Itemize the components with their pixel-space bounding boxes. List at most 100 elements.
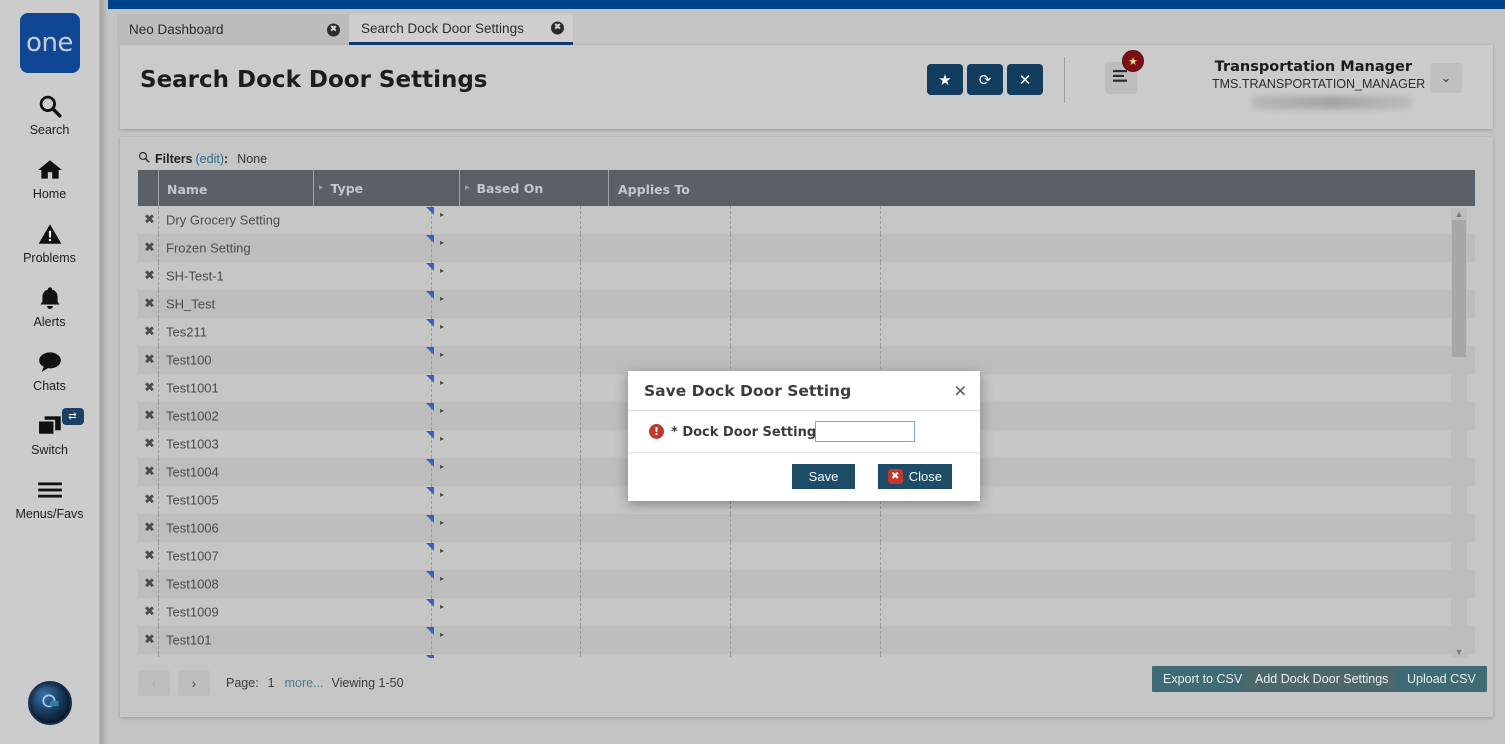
table-row[interactable]: ✖ SH-Test-1 ▸ [138, 262, 1475, 290]
table-row[interactable]: ✖ Test101 ▸ [138, 626, 1475, 654]
delete-row-icon[interactable]: ✖ [144, 493, 155, 508]
table-row[interactable]: ✖ Frozen Setting ▸ [138, 234, 1475, 262]
cell-expand-arrow-icon[interactable]: ▸ [440, 490, 444, 499]
tab-close-icon[interactable]: ✖ [551, 21, 564, 35]
close-page-button[interactable]: ✕ [1007, 64, 1043, 95]
scroll-up-icon[interactable]: ▲ [1451, 208, 1467, 220]
sidebar-item-home[interactable]: Home [0, 155, 100, 201]
sidebar-item-menus-favs[interactable]: Menus/Favs [0, 475, 100, 521]
cell-expand-arrow-icon[interactable]: ▸ [440, 238, 444, 247]
column-header-applies-to[interactable]: Applies To [608, 170, 758, 206]
sort-arrow-icon: ▸ [319, 183, 324, 193]
cell-name[interactable]: SH-Test-1 [166, 269, 224, 284]
table-row[interactable]: ✖ Test1007 ▸ [138, 542, 1475, 570]
cell-name[interactable]: Tes211 [166, 325, 207, 340]
cell-name[interactable]: Frozen Setting [166, 241, 251, 256]
delete-row-icon[interactable]: ✖ [144, 297, 155, 312]
cell-expand-arrow-icon[interactable]: ▸ [440, 294, 444, 303]
user-menu-chevron-down-icon[interactable]: ⌄ [1430, 63, 1462, 93]
delete-row-icon[interactable]: ✖ [144, 633, 155, 648]
cell-name[interactable]: SH_Test [166, 297, 215, 312]
cell-name[interactable]: Dry Grocery Setting [166, 213, 280, 228]
delete-row-icon[interactable]: ✖ [144, 465, 155, 480]
sidebar-item-switch[interactable]: ⇄ Switch [0, 408, 100, 457]
dialog-close-icon[interactable]: ✕ [954, 381, 967, 400]
column-header-based-on[interactable]: ▸ Based On [459, 170, 608, 206]
favorite-button[interactable]: ★ [927, 64, 963, 95]
table-row[interactable]: ✖ Test1009 ▸ [138, 598, 1475, 626]
more-pages-link[interactable]: more... [285, 676, 324, 690]
cell-name[interactable]: Test1003 [166, 437, 219, 452]
cell-expand-arrow-icon[interactable]: ▸ [440, 518, 444, 527]
previous-page-button[interactable]: ‹ [138, 670, 170, 696]
cell-name[interactable]: Test100 [166, 353, 212, 368]
cell-name[interactable]: Test1006 [166, 521, 219, 536]
user-info[interactable]: Transportation Manager TMS.TRANSPORTATIO… [1212, 59, 1425, 109]
column-header-type[interactable]: ▸ Type [313, 170, 459, 206]
cell-expand-arrow-icon[interactable]: ▸ [440, 210, 444, 219]
column-header-name[interactable]: Name [158, 170, 313, 206]
tab-neo-dashboard[interactable]: Neo Dashboard ✖ [117, 14, 349, 45]
page-number[interactable]: 1 [268, 676, 275, 690]
delete-row-icon[interactable]: ✖ [144, 437, 155, 452]
one-logo[interactable]: one [19, 13, 80, 73]
table-row[interactable]: ✖▸ [138, 654, 1475, 658]
delete-row-icon[interactable]: ✖ [144, 521, 155, 536]
filters-edit-link[interactable]: (edit) [196, 152, 224, 166]
cell-expand-arrow-icon[interactable]: ▸ [440, 546, 444, 555]
cell-name[interactable]: Test1008 [166, 577, 219, 592]
table-row[interactable]: ✖ Dry Grocery Setting ▸ [138, 206, 1475, 234]
delete-row-icon[interactable]: ✖ [144, 213, 155, 228]
next-page-button[interactable]: › [178, 670, 210, 696]
avatar[interactable] [28, 681, 72, 725]
close-dialog-button[interactable]: ✖ Close [877, 464, 952, 489]
cell-name[interactable]: Test1001 [166, 381, 219, 396]
cell-name[interactable]: Test1005 [166, 493, 219, 508]
dock-door-setting-name-input[interactable] [815, 421, 915, 442]
delete-row-icon[interactable]: ✖ [144, 241, 155, 256]
delete-row-icon[interactable]: ✖ [144, 325, 155, 340]
table-row[interactable]: ✖ Test1008 ▸ [138, 570, 1475, 598]
sidebar-item-alerts[interactable]: Alerts [0, 283, 100, 329]
refresh-button[interactable]: ⟳ [967, 64, 1003, 95]
delete-row-icon[interactable]: ✖ [144, 605, 155, 620]
cell-expand-arrow-icon[interactable]: ▸ [440, 378, 444, 387]
add-dock-door-settings-button[interactable]: Add Dock Door Settings [1244, 666, 1400, 692]
cell-name[interactable]: Test1007 [166, 549, 219, 564]
export-to-csv-button[interactable]: Export to CSV [1152, 666, 1254, 692]
delete-row-icon[interactable]: ✖ [144, 409, 155, 424]
scrollbar-thumb[interactable] [1452, 220, 1466, 357]
delete-row-icon[interactable]: ✖ [144, 353, 155, 368]
delete-row-icon[interactable]: ✖ [144, 549, 155, 564]
cell-name[interactable]: Test101 [166, 633, 212, 648]
cell-expand-arrow-icon[interactable]: ▸ [440, 434, 444, 443]
delete-row-icon[interactable]: ✖ [144, 269, 155, 284]
sidebar-item-problems[interactable]: Problems [0, 219, 100, 265]
table-row[interactable]: ✖ Tes211 ▸ [138, 318, 1475, 346]
table-vertical-scrollbar[interactable]: ▲ ▼ [1451, 208, 1467, 658]
cell-expand-arrow-icon[interactable]: ▸ [440, 574, 444, 583]
cell-expand-arrow-icon[interactable]: ▸ [440, 602, 444, 611]
sidebar-item-search[interactable]: Search [0, 91, 100, 137]
cell-expand-arrow-icon[interactable]: ▸ [440, 350, 444, 359]
cell-name[interactable]: Test1004 [166, 465, 219, 480]
switch-swap-badge-icon[interactable]: ⇄ [61, 408, 84, 425]
save-button[interactable]: Save [792, 464, 855, 489]
cell-expand-arrow-icon[interactable]: ▸ [440, 266, 444, 275]
table-row[interactable]: ✖ SH_Test ▸ [138, 290, 1475, 318]
scroll-down-icon[interactable]: ▼ [1451, 646, 1467, 658]
tab-close-icon[interactable]: ✖ [327, 23, 340, 36]
upload-csv-button[interactable]: Upload CSV [1396, 666, 1487, 692]
table-row[interactable]: ✖ Test1006 ▸ [138, 514, 1475, 542]
delete-row-icon[interactable]: ✖ [144, 381, 155, 396]
cell-expand-arrow-icon[interactable]: ▸ [440, 630, 444, 639]
cell-name[interactable]: Test1002 [166, 409, 219, 424]
sidebar-item-chats[interactable]: Chats [0, 347, 100, 393]
delete-row-icon[interactable]: ✖ [144, 577, 155, 592]
cell-expand-arrow-icon[interactable]: ▸ [440, 322, 444, 331]
cell-expand-arrow-icon[interactable]: ▸ [440, 462, 444, 471]
cell-name[interactable]: Test1009 [166, 605, 219, 620]
table-row[interactable]: ✖ Test100 ▸ [138, 346, 1475, 374]
tab-search-dock-door-settings[interactable]: Search Dock Door Settings ✖ [349, 14, 573, 45]
cell-expand-arrow-icon[interactable]: ▸ [440, 406, 444, 415]
